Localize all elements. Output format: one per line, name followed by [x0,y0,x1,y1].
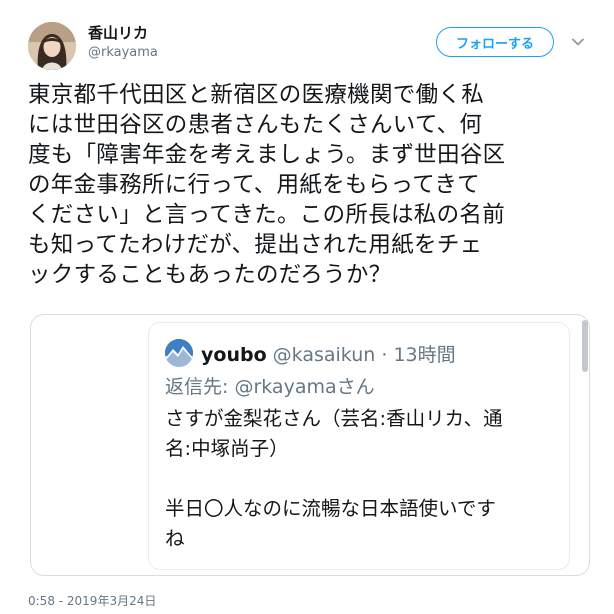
chevron-down-icon[interactable] [571,35,585,49]
meta-separator: · [381,344,388,366]
quoted-tweet-header: youbo @kasaikun · 13時間 [201,340,456,367]
author-avatar[interactable] [28,22,76,70]
avatar-photo-icon [28,22,76,70]
author-display-name[interactable]: 香山リカ [88,22,148,43]
tweet-timestamp[interactable]: 0:58 - 2019年3月24日 [28,592,156,609]
reply-handle-link[interactable]: @rkayama [234,376,336,398]
author-handle[interactable]: @rkayama [88,45,158,60]
reply-to-line: 返信先: @rkayamaさん [165,372,375,399]
quoted-author-handle[interactable]: @kasaikun [273,344,376,366]
quoted-author-name[interactable]: youbo [201,344,267,366]
reply-suffix: さん [336,376,375,398]
quoted-author-avatar[interactable] [165,339,193,367]
reply-prefix: 返信先: [165,376,229,398]
scrollbar[interactable] [582,320,588,372]
follow-button[interactable]: フォローする [436,27,554,57]
quoted-tweet-time[interactable]: 13時間 [393,344,455,366]
quoted-tweet-text: さすが金梨花さん（芸名:香山リカ、通 名:中塚尚子） 半日〇人なのに流暢な日本語… [165,407,503,550]
mountain-photo-icon [165,339,193,367]
tweet-text: 東京都千代田区と新宿区の医療機関で働く私 には世田谷区の患者さんもたくさんいて、… [28,82,506,288]
